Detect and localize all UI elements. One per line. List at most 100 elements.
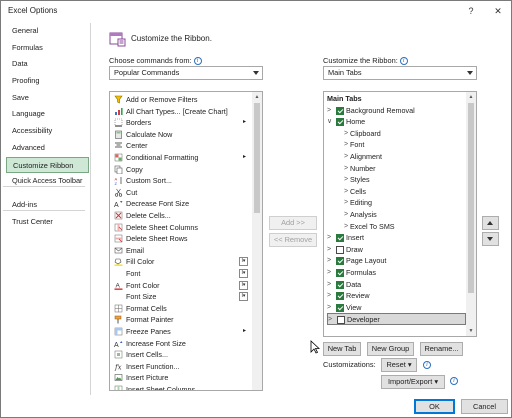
- tab-checkbox[interactable]: [336, 292, 344, 301]
- sidebar-item-formulas[interactable]: Formulas: [6, 40, 89, 57]
- ribbon-tab-insert[interactable]: > Insert: [327, 232, 462, 244]
- command-item-delete-sheet-rows[interactable]: Delete Sheet Rows: [113, 233, 251, 245]
- command-item-email[interactable]: Email: [113, 245, 251, 257]
- choose-commands-dropdown[interactable]: Popular Commands: [109, 66, 263, 80]
- commands-scrollbar[interactable]: ▲: [252, 92, 262, 390]
- info-icon[interactable]: i: [399, 57, 408, 65]
- command-item-freeze-panes[interactable]: Freeze Panes ▸: [113, 326, 251, 338]
- command-item-decrease-font-size[interactable]: A Decrease Font Size: [113, 198, 251, 210]
- ribbon-tab-clipboard[interactable]: > Clipboard: [344, 128, 462, 140]
- expand-icon[interactable]: >: [328, 314, 332, 326]
- command-item-font-size[interactable]: Font Size I▾: [113, 291, 251, 303]
- expand-icon[interactable]: >: [344, 163, 348, 175]
- tab-checkbox[interactable]: [336, 257, 344, 266]
- sidebar-item-advanced[interactable]: Advanced: [6, 140, 89, 157]
- ribbon-tab-analysis[interactable]: > Analysis: [344, 209, 462, 221]
- close-button[interactable]: ✕: [491, 4, 505, 18]
- command-item-borders[interactable]: Borders ▸: [113, 117, 251, 129]
- collapse-icon[interactable]: ∨: [327, 116, 332, 128]
- command-item-font-color[interactable]: A Font Color I▾: [113, 280, 251, 292]
- command-item-font[interactable]: Font I▾: [113, 268, 251, 280]
- scroll-thumb[interactable]: [468, 103, 474, 293]
- sidebar-item-add-ins[interactable]: Add-ins: [6, 197, 89, 214]
- ribbon-tab-view[interactable]: > View: [327, 302, 462, 314]
- expand-icon[interactable]: >: [327, 244, 331, 256]
- ribbon-tab-excel-to-sms[interactable]: > Excel To SMS: [344, 221, 462, 233]
- command-item-format-painter[interactable]: Format Painter: [113, 314, 251, 326]
- scroll-up-icon[interactable]: ▲: [466, 92, 476, 102]
- command-item-insert-sheet-columns[interactable]: Insert Sheet Columns: [113, 384, 251, 390]
- command-item-calculate-now[interactable]: Calculate Now: [113, 129, 251, 141]
- tabs-scrollbar[interactable]: ▲ ▼: [466, 92, 476, 336]
- sidebar-item-save[interactable]: Save: [6, 90, 89, 107]
- ribbon-tab-styles[interactable]: > Styles: [344, 174, 462, 186]
- new-group-button[interactable]: New Group: [367, 342, 414, 356]
- expand-icon[interactable]: >: [344, 139, 348, 151]
- import-export-button[interactable]: Import/Export ▾: [381, 375, 445, 389]
- expand-icon[interactable]: >: [327, 255, 331, 267]
- scroll-down-icon[interactable]: ▼: [466, 326, 476, 336]
- ribbon-tab-formulas[interactable]: > Formulas: [327, 267, 462, 279]
- sidebar-item-accessibility[interactable]: Accessibility: [6, 123, 89, 140]
- ribbon-tab-cells[interactable]: > Cells: [344, 186, 462, 198]
- ribbon-tab-editing[interactable]: > Editing: [344, 197, 462, 209]
- command-item-add-or-remove-filters[interactable]: Add or Remove Filters: [113, 94, 251, 106]
- expand-icon[interactable]: >: [327, 232, 331, 244]
- ribbon-tabs-tree[interactable]: Main Tabs ▲ ▼ > Background Removal ∨ Home > C…: [323, 91, 477, 337]
- reset-button[interactable]: Reset ▾: [381, 358, 417, 372]
- sidebar-item-customize-ribbon[interactable]: Customize Ribbon: [6, 156, 89, 174]
- command-item-format-cells[interactable]: Format Cells: [113, 303, 251, 315]
- scroll-thumb[interactable]: [254, 103, 260, 213]
- tab-checkbox[interactable]: [336, 118, 344, 127]
- command-item-delete-cells[interactable]: Delete Cells...: [113, 210, 251, 222]
- command-item-custom-sort[interactable]: A Z Custom Sort...: [113, 175, 251, 187]
- ribbon-tab-data[interactable]: > Data: [327, 279, 462, 291]
- cancel-button[interactable]: Cancel: [461, 399, 508, 414]
- ribbon-tab-developer[interactable]: > Developer: [327, 313, 466, 325]
- ribbon-tab-alignment[interactable]: > Alignment: [344, 151, 462, 163]
- expand-icon[interactable]: >: [327, 290, 331, 302]
- command-item-insert-picture[interactable]: Insert Picture: [113, 372, 251, 384]
- sidebar-item-data[interactable]: Data: [6, 56, 89, 73]
- new-tab-button[interactable]: New Tab: [323, 342, 361, 356]
- command-item-delete-sheet-columns[interactable]: Delete Sheet Columns: [113, 222, 251, 234]
- ribbon-tab-review[interactable]: > Review: [327, 290, 462, 302]
- command-item-copy[interactable]: Copy: [113, 164, 251, 176]
- ribbon-tab-font[interactable]: > Font: [344, 139, 462, 151]
- commands-list[interactable]: ▲ Add or Remove Filters All Chart Types..…: [109, 91, 263, 391]
- tab-checkbox[interactable]: [336, 234, 344, 243]
- ok-button[interactable]: OK: [414, 399, 455, 414]
- command-item-fill-color[interactable]: Fill Color I▾: [113, 256, 251, 268]
- remove-button[interactable]: << Remove: [269, 233, 317, 247]
- move-down-button[interactable]: [482, 232, 499, 246]
- sidebar-item-trust-center[interactable]: Trust Center: [6, 214, 89, 231]
- ribbon-tab-home[interactable]: ∨ Home: [327, 116, 462, 128]
- tab-checkbox[interactable]: [336, 303, 344, 312]
- tab-checkbox[interactable]: [337, 316, 345, 325]
- expand-icon[interactable]: >: [344, 128, 348, 140]
- ribbon-tab-background-removal[interactable]: > Background Removal: [327, 105, 462, 117]
- expand-icon[interactable]: >: [344, 209, 348, 221]
- expand-icon[interactable]: >: [344, 197, 348, 209]
- info-icon[interactable]: i: [423, 361, 431, 369]
- expand-icon[interactable]: >: [344, 186, 348, 198]
- info-icon[interactable]: i: [450, 377, 458, 385]
- expand-icon[interactable]: >: [344, 174, 348, 186]
- ribbon-tab-page-layout[interactable]: > Page Layout: [327, 255, 462, 267]
- ribbon-tab-number[interactable]: > Number: [344, 163, 462, 175]
- move-up-button[interactable]: [482, 216, 499, 230]
- expand-icon[interactable]: >: [327, 105, 331, 117]
- help-button[interactable]: ?: [464, 4, 478, 18]
- command-item-all-chart-types-create-chart[interactable]: All Chart Types... [Create Chart]: [113, 106, 251, 118]
- tab-checkbox[interactable]: [336, 269, 344, 277]
- command-item-insert-cells[interactable]: Insert Cells...: [113, 349, 251, 361]
- sidebar-item-language[interactable]: Language: [6, 106, 89, 123]
- command-item-cut[interactable]: Cut: [113, 187, 251, 199]
- tab-checkbox[interactable]: [336, 106, 344, 115]
- command-item-increase-font-size[interactable]: A Increase Font Size: [113, 338, 251, 350]
- tab-checkbox[interactable]: [336, 245, 344, 254]
- tab-checkbox[interactable]: [336, 280, 344, 289]
- command-item-conditional-formatting[interactable]: Conditional Formatting ▸: [113, 152, 251, 164]
- info-icon[interactable]: i: [193, 57, 202, 65]
- command-item-center[interactable]: Center: [113, 140, 251, 152]
